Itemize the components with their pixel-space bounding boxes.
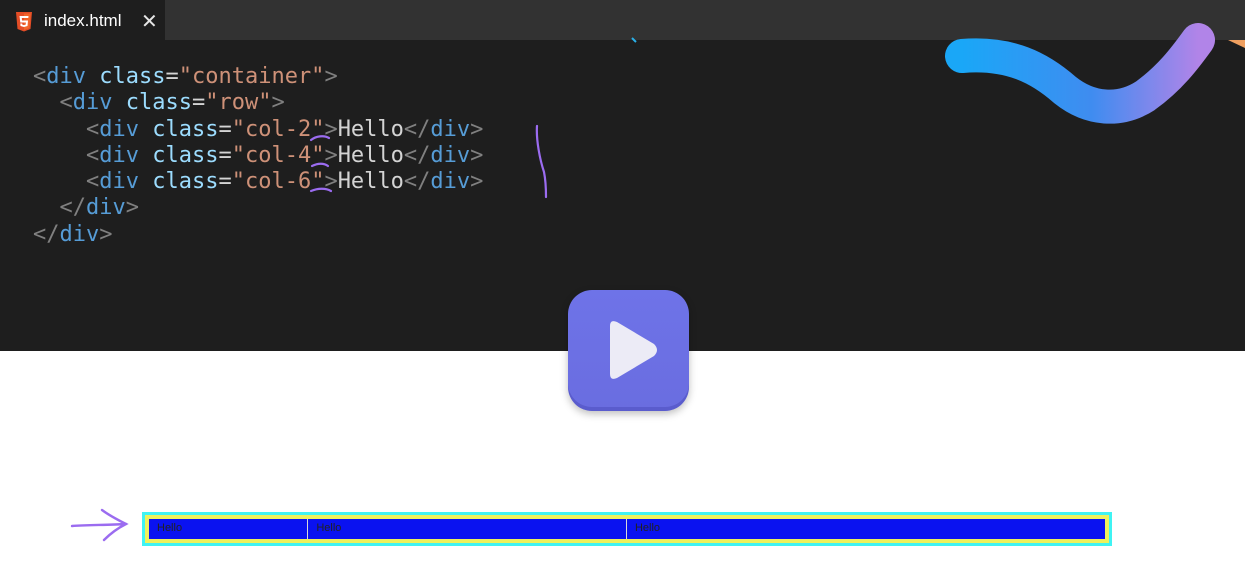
container-padding: Hello Hello Hello bbox=[145, 515, 1109, 543]
col-2: Hello bbox=[149, 519, 309, 539]
rendered-preview: Hello Hello Hello bbox=[142, 512, 1112, 546]
play-icon bbox=[610, 321, 657, 379]
arrow-right-icon bbox=[70, 508, 129, 542]
col-4: Hello bbox=[308, 519, 627, 539]
col-6: Hello bbox=[634, 522, 661, 534]
play-button[interactable] bbox=[568, 290, 689, 411]
row: Hello Hello Hello bbox=[149, 519, 1105, 539]
